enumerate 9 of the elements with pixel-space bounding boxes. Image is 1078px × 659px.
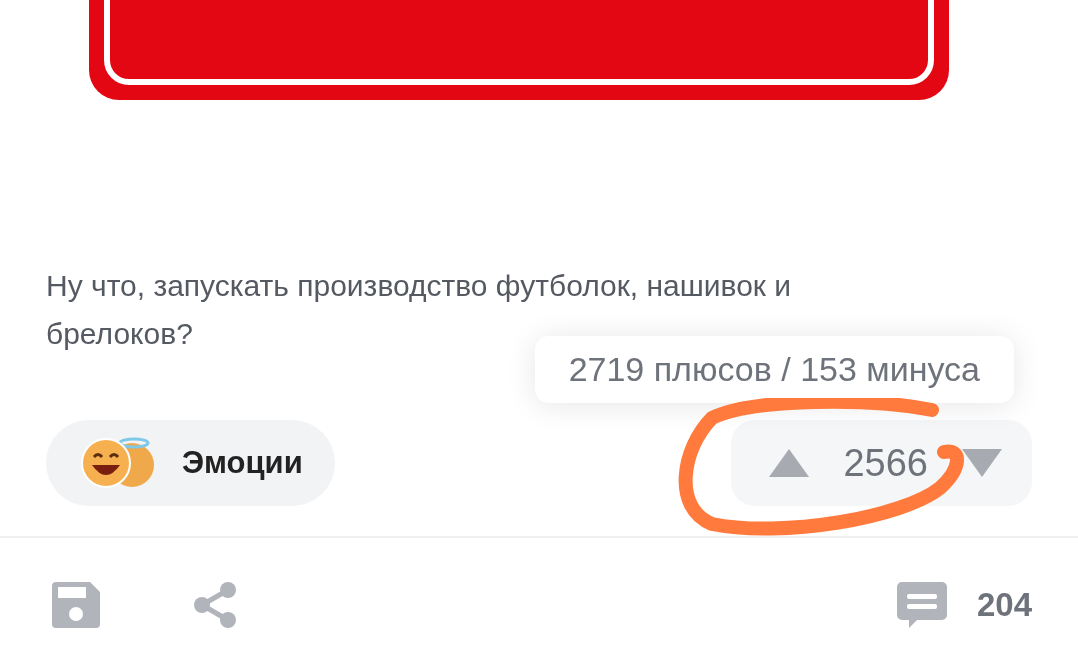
comment-icon xyxy=(896,582,947,628)
rating-score: 2566 xyxy=(843,441,928,485)
save-icon[interactable] xyxy=(52,582,100,628)
upvote-icon[interactable] xyxy=(769,449,810,477)
rating-tooltip: 2719 плюсов / 153 минуса xyxy=(534,336,1014,403)
downvote-icon[interactable] xyxy=(962,449,1002,477)
share-icon[interactable] xyxy=(192,582,238,628)
emotions-button[interactable]: Эмоции xyxy=(46,420,335,506)
comments-button[interactable]: 204 xyxy=(896,582,1032,628)
